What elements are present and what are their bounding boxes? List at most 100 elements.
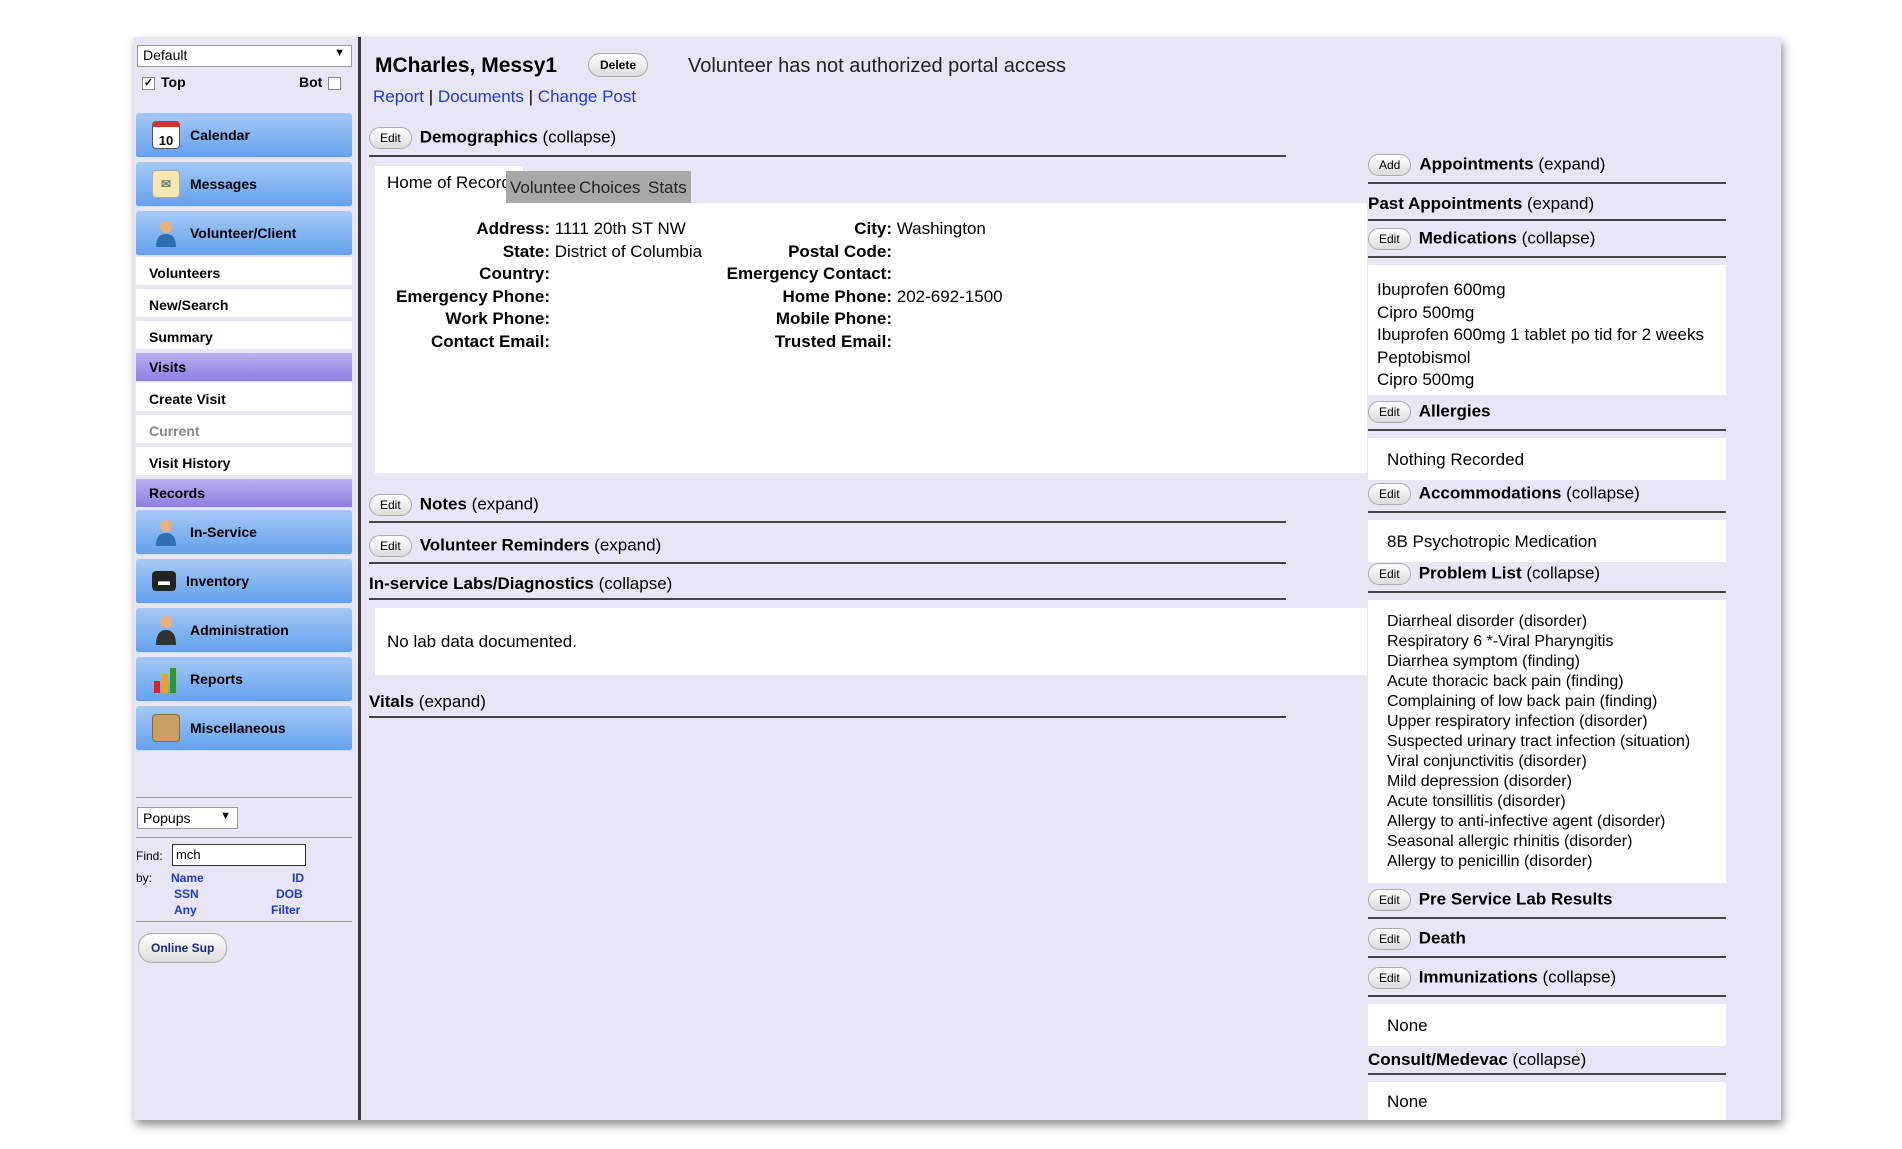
appointments-add-button[interactable]: Add [1368, 154, 1412, 176]
allergies-header: Edit Allergies [1368, 401, 1726, 423]
nav-administration[interactable]: Administration [136, 608, 352, 653]
nav-calendar[interactable]: 10 Calendar [136, 113, 352, 158]
section-rule [1368, 256, 1726, 258]
nav-create-visit[interactable]: Create Visit [136, 383, 352, 413]
reminders-toggle[interactable]: (expand) [594, 535, 661, 554]
online-support-button[interactable]: Online Sup [138, 933, 228, 963]
immunizations-edit-button[interactable]: Edit [1368, 967, 1411, 989]
consult-toggle[interactable]: (collapse) [1513, 1050, 1587, 1069]
demographics-right-fields: City: Washington Postal Code: Emergency … [695, 218, 1003, 353]
by-label: by: [136, 871, 153, 885]
allergies-title: Allergies [1418, 401, 1491, 421]
nav-volunteer-client[interactable]: Volunteer/Client [136, 211, 352, 256]
field-label: Address: [476, 219, 550, 238]
bot-label: Bot [299, 74, 323, 90]
find-by-filter[interactable]: Filter [271, 903, 300, 917]
problem-list-toggle[interactable]: (collapse) [1526, 563, 1600, 582]
medications-toggle[interactable]: (collapse) [1522, 228, 1596, 247]
allergies-edit-button[interactable]: Edit [1368, 401, 1411, 423]
section-rule [1368, 511, 1726, 513]
nav-miscellaneous[interactable]: Miscellaneous [136, 706, 352, 751]
problem-item: Seasonal allergic rhinitis (disorder) [1387, 833, 1633, 850]
field-label: Work Phone: [445, 309, 550, 328]
divider [136, 797, 352, 798]
field-label: Emergency Phone: [396, 286, 550, 306]
nav-new-search-label: New/Search [149, 297, 229, 313]
notes-edit-button[interactable]: Edit [369, 494, 412, 516]
delete-button[interactable]: Delete [588, 53, 649, 77]
labs-toggle[interactable]: (collapse) [599, 574, 673, 593]
nav-inventory[interactable]: ▬ Inventory [136, 559, 352, 604]
reminders-title: Volunteer Reminders [419, 535, 590, 555]
documents-link[interactable]: Documents [438, 87, 524, 106]
inventory-icon: ▬ [152, 571, 176, 591]
accommodations-toggle[interactable]: (collapse) [1566, 483, 1640, 502]
top-checkbox[interactable]: ✓ [142, 76, 155, 90]
section-rule [369, 155, 1286, 157]
section-rule [369, 716, 1286, 718]
bot-toggle[interactable]: Bot [299, 74, 347, 90]
tab-stats[interactable]: Stats [644, 171, 691, 203]
notes-toggle[interactable]: (expand) [472, 494, 539, 513]
immunizations-content: None [1387, 1016, 1428, 1035]
find-by-id[interactable]: ID [292, 871, 304, 885]
past-appointments-header: Past Appointments (expand) [1368, 194, 1726, 214]
main-content: MCharles, Messy1 Delete Volunteer has no… [366, 37, 1781, 1120]
vitals-toggle[interactable]: (expand) [419, 692, 486, 711]
person-icon [152, 518, 180, 546]
bot-checkbox[interactable] [328, 76, 342, 90]
medications-edit-button[interactable]: Edit [1368, 228, 1411, 250]
view-select[interactable]: Default ▼ [137, 45, 352, 67]
chevron-down-icon: ▼ [220, 810, 231, 822]
accommodations-edit-button[interactable]: Edit [1368, 483, 1411, 505]
top-toggle[interactable]: ✓ Top [142, 74, 186, 90]
demographics-panel: Address: 1111 20th ST NW State: District… [375, 203, 1367, 473]
consult-header: Consult/Medevac (collapse) [1368, 1050, 1726, 1070]
popups-select[interactable]: Popups ▼ [137, 807, 238, 829]
past-appointments-toggle[interactable]: (expand) [1527, 194, 1594, 213]
problem-item: Acute thoracic back pain (finding) [1387, 673, 1624, 690]
tab-home-of-record[interactable]: Home of Record [375, 166, 523, 203]
nav-reports[interactable]: Reports [136, 657, 352, 702]
nav-messages[interactable]: ✉ Messages [136, 162, 352, 207]
nav-new-search[interactable]: New/Search [136, 289, 352, 319]
demographics-toggle[interactable]: (collapse) [543, 127, 617, 146]
demographics-header: Edit Demographics (collapse) [369, 127, 616, 149]
nav-in-service[interactable]: In-Service [136, 510, 352, 555]
divider [136, 921, 352, 922]
find-by-ssn[interactable]: SSN [174, 887, 199, 901]
problem-list-edit-button[interactable]: Edit [1368, 563, 1411, 585]
report-link[interactable]: Report [373, 87, 424, 106]
find-by-any[interactable]: Any [174, 903, 197, 917]
demographics-edit-button[interactable]: Edit [369, 127, 412, 149]
nav-visits-header-label: Visits [149, 359, 187, 375]
field-label: Country: [479, 264, 550, 283]
find-by-name[interactable]: Name [171, 871, 204, 885]
field-label: Contact Email: [430, 331, 550, 351]
field-row: Mobile Phone: [695, 308, 1003, 331]
reminders-edit-button[interactable]: Edit [369, 535, 412, 557]
section-rule [1368, 995, 1726, 997]
change-post-link[interactable]: Change Post [538, 87, 636, 106]
immunizations-toggle[interactable]: (collapse) [1542, 967, 1616, 986]
nav-visit-history[interactable]: Visit History [136, 447, 352, 477]
calendar-icon-day: 10 [158, 132, 174, 148]
nav-volunteers[interactable]: Volunteers [136, 257, 352, 287]
patient-name: MCharles, Messy1 [375, 54, 558, 77]
demographics-left-fields: Address: 1111 20th ST NW State: District… [375, 218, 702, 353]
death-edit-button[interactable]: Edit [1368, 928, 1411, 950]
tab-choices[interactable]: Choices [575, 171, 645, 203]
nav-visit-history-label: Visit History [149, 455, 231, 471]
pre-service-labs-edit-button[interactable]: Edit [1368, 889, 1411, 911]
find-by-dob[interactable]: DOB [276, 887, 303, 901]
vitals-title: Vitals [369, 692, 415, 711]
tab-volunteer[interactable]: Volunteer [506, 171, 586, 203]
find-input[interactable]: mch [172, 844, 306, 866]
accommodations-title: Accommodations [1418, 483, 1562, 503]
problem-item: Suspected urinary tract infection (situa… [1387, 733, 1691, 750]
nav-summary[interactable]: Summary [136, 321, 352, 351]
field-row: Home Phone: 202-692-1500 [695, 286, 1002, 309]
accommodations-header: Edit Accommodations (collapse) [1368, 483, 1726, 505]
problem-list: Diarrheal disorder (disorder) Respirator… [1368, 600, 1726, 883]
appointments-toggle[interactable]: (expand) [1538, 154, 1605, 173]
